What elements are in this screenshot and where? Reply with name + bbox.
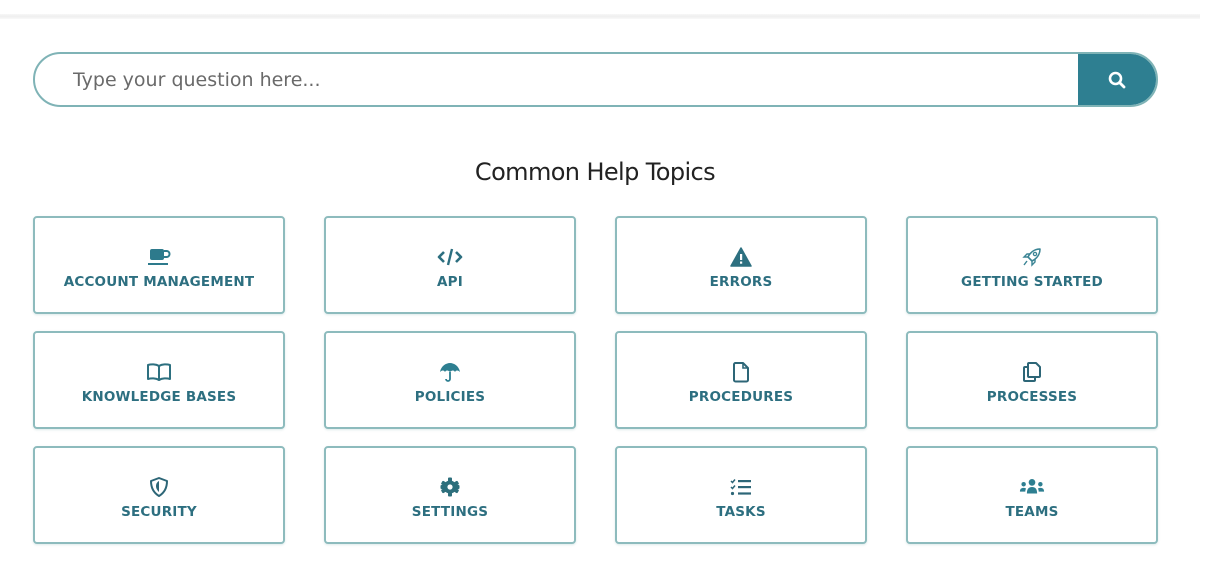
search-button[interactable] <box>1078 54 1156 105</box>
open-book-icon <box>146 360 172 384</box>
topic-label: SETTINGS <box>411 503 489 520</box>
topic-getting-started[interactable]: GETTING STARTED <box>906 216 1158 314</box>
topic-label: TEAMS <box>1005 503 1059 520</box>
rocket-icon <box>1019 245 1045 269</box>
help-topics-grid: ACCOUNT MANAGEMENT API ERRORS GETTING ST… <box>33 216 1158 544</box>
topic-errors[interactable]: ERRORS <box>615 216 867 314</box>
search-icon <box>1108 71 1126 88</box>
topic-label: KNOWLEDGE BASES <box>81 388 237 405</box>
topic-label: GETTING STARTED <box>961 273 1103 290</box>
file-icon <box>728 360 754 384</box>
gear-icon <box>437 475 463 499</box>
search-input[interactable] <box>35 54 1078 105</box>
topic-settings[interactable]: SETTINGS <box>324 446 576 544</box>
topic-account-management[interactable]: ACCOUNT MANAGEMENT <box>33 216 285 314</box>
topic-label: PROCESSES <box>986 388 1078 405</box>
umbrella-icon <box>437 360 463 384</box>
topic-label: API <box>437 273 463 290</box>
users-group-icon <box>1019 475 1045 499</box>
section-title: Common Help Topics <box>474 158 716 186</box>
task-list-icon <box>728 475 754 499</box>
topic-security[interactable]: SECURITY <box>33 446 285 544</box>
topic-label: POLICIES <box>414 388 486 405</box>
topic-teams[interactable]: TEAMS <box>906 446 1158 544</box>
topic-label: ERRORS <box>709 273 773 290</box>
shield-icon <box>146 475 172 499</box>
topic-label: SECURITY <box>121 503 197 520</box>
search-bar <box>33 52 1158 107</box>
topic-procedures[interactable]: PROCEDURES <box>615 331 867 429</box>
topic-processes[interactable]: PROCESSES <box>906 331 1158 429</box>
code-icon <box>437 245 463 269</box>
topic-label: TASKS <box>716 503 766 520</box>
copy-files-icon <box>1019 360 1045 384</box>
topic-policies[interactable]: POLICIES <box>324 331 576 429</box>
topic-api[interactable]: API <box>324 216 576 314</box>
topic-knowledge-bases[interactable]: KNOWLEDGE BASES <box>33 331 285 429</box>
warning-triangle-icon <box>728 245 754 269</box>
topic-label: ACCOUNT MANAGEMENT <box>63 273 255 290</box>
coffee-cup-icon <box>146 245 172 269</box>
topic-tasks[interactable]: TASKS <box>615 446 867 544</box>
topic-label: PROCEDURES <box>688 388 794 405</box>
top-divider <box>0 14 1200 19</box>
